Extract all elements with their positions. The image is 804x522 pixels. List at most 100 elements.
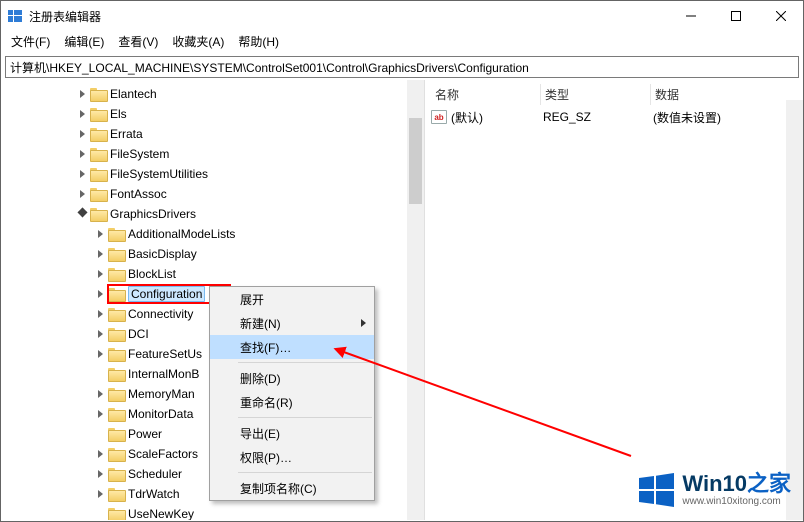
expander-closed-icon[interactable] <box>93 227 107 241</box>
address-bar[interactable]: 计算机\HKEY_LOCAL_MACHINE\SYSTEM\ControlSet… <box>5 56 799 78</box>
expander-closed-icon[interactable] <box>93 447 107 461</box>
context-menu-item[interactable]: 重命名(R) <box>210 390 374 414</box>
registry-editor-window: 注册表编辑器 文件(F) 编辑(E) 查看(V) 收藏夹(A) 帮助(H) 计算… <box>0 0 804 522</box>
context-menu-item[interactable]: 查找(F)… <box>210 335 374 359</box>
folder-icon <box>108 327 124 341</box>
expander-closed-icon[interactable] <box>93 267 107 281</box>
tree-item-filesystem[interactable]: FileSystem <box>3 144 424 164</box>
tree-item-label: FileSystem <box>110 147 169 161</box>
minimize-button[interactable] <box>668 1 713 31</box>
values-pane: 名称 类型 数据 ab (默认) REG_SZ (数值未设置) <box>425 80 803 520</box>
tree-item-fontassoc[interactable]: FontAssoc <box>3 184 424 204</box>
tree-item-errata[interactable]: Errata <box>3 124 424 144</box>
values-scrollbar[interactable] <box>786 100 803 520</box>
tree-item-elantech[interactable]: Elantech <box>3 84 424 104</box>
context-menu-item[interactable]: 权限(P)… <box>210 445 374 469</box>
expander-closed-icon[interactable] <box>75 107 89 121</box>
tree-item-label: Errata <box>110 127 143 141</box>
tree-item-label: Elantech <box>110 87 157 101</box>
folder-icon <box>108 467 124 481</box>
folder-icon <box>90 87 106 101</box>
menu-file[interactable]: 文件(F) <box>11 33 50 50</box>
context-menu-item[interactable]: 新建(N) <box>210 311 374 335</box>
tree-item-label: Scheduler <box>128 467 182 481</box>
expander-closed-icon[interactable] <box>93 327 107 341</box>
tree-item-additionalmodelists[interactable]: AdditionalModeLists <box>3 224 424 244</box>
expander-closed-icon[interactable] <box>93 387 107 401</box>
col-type[interactable]: 类型 <box>541 84 651 105</box>
folder-icon <box>108 307 124 321</box>
tree-item-basicdisplay[interactable]: BasicDisplay <box>3 244 424 264</box>
expander-closed-icon[interactable] <box>93 487 107 501</box>
tree-item-label: DCI <box>128 327 149 341</box>
tree-item-label: BlockList <box>128 267 176 281</box>
menu-view[interactable]: 查看(V) <box>118 33 158 50</box>
folder-icon <box>108 427 124 441</box>
expander-closed-icon[interactable] <box>93 347 107 361</box>
expander-closed-icon[interactable] <box>93 247 107 261</box>
expander-closed-icon[interactable] <box>75 87 89 101</box>
folder-icon <box>90 207 106 221</box>
expander-closed-icon[interactable] <box>93 467 107 481</box>
value-data: (数值未设置) <box>653 109 721 126</box>
expander-closed-icon[interactable] <box>93 287 107 301</box>
menubar: 文件(F) 编辑(E) 查看(V) 收藏夹(A) 帮助(H) <box>1 31 803 54</box>
tree-item-label: ScaleFactors <box>128 447 198 461</box>
tree-scrollbar-thumb[interactable] <box>409 118 422 204</box>
col-name[interactable]: 名称 <box>431 84 541 105</box>
value-row[interactable]: ab (默认) REG_SZ (数值未设置) <box>431 108 803 126</box>
window-controls <box>668 1 803 31</box>
watermark-url: www.win10xitong.com <box>682 497 791 507</box>
col-data[interactable]: 数据 <box>651 84 803 105</box>
menu-help[interactable]: 帮助(H) <box>238 33 279 50</box>
tree-item-label: Els <box>110 107 127 121</box>
context-menu-item[interactable]: 删除(D) <box>210 366 374 390</box>
expander-open-icon[interactable] <box>75 207 89 221</box>
tree-item-label: MemoryMan <box>128 387 195 401</box>
window-title: 注册表编辑器 <box>29 8 668 25</box>
tree-item-filesystemutilities[interactable]: FileSystemUtilities <box>3 164 424 184</box>
expander-none <box>93 367 107 381</box>
context-menu-item[interactable]: 复制项名称(C) <box>210 476 374 500</box>
folder-icon <box>108 247 124 261</box>
expander-closed-icon[interactable] <box>75 127 89 141</box>
folder-icon <box>90 187 106 201</box>
tree-item-blocklist[interactable]: BlockList <box>3 264 424 284</box>
tree-scrollbar[interactable] <box>407 80 424 520</box>
folder-icon <box>108 227 124 241</box>
folder-icon <box>108 267 124 281</box>
tree-item-graphicsdrivers[interactable]: GraphicsDrivers <box>3 204 424 224</box>
context-menu-item[interactable]: 导出(E) <box>210 421 374 445</box>
tree-item-label: UseNewKey <box>128 507 194 520</box>
watermark-text: Win10之家 www.win10xitong.com <box>682 473 791 507</box>
close-button[interactable] <box>758 1 803 31</box>
folder-icon <box>108 487 124 501</box>
tree-item-label: TdrWatch <box>128 487 180 501</box>
tree-item-label: AdditionalModeLists <box>128 227 235 241</box>
expander-closed-icon[interactable] <box>93 307 107 321</box>
tree-item-label: FontAssoc <box>110 187 167 201</box>
tree-item-label: BasicDisplay <box>128 247 197 261</box>
expander-closed-icon[interactable] <box>75 147 89 161</box>
folder-icon <box>108 407 124 421</box>
maximize-button[interactable] <box>713 1 758 31</box>
folder-icon <box>108 367 124 381</box>
string-value-icon: ab <box>431 110 447 124</box>
tree-item-label: Power <box>128 427 162 441</box>
expander-closed-icon[interactable] <box>75 167 89 181</box>
tree-item-els[interactable]: Els <box>3 104 424 124</box>
tree-item-label: FeatureSetUs <box>128 347 202 361</box>
titlebar: 注册表编辑器 <box>1 1 803 31</box>
expander-closed-icon[interactable] <box>93 407 107 421</box>
folder-icon <box>108 387 124 401</box>
menu-fav[interactable]: 收藏夹(A) <box>172 33 224 50</box>
value-name: (默认) <box>451 109 543 126</box>
folder-icon <box>90 107 106 121</box>
menu-edit[interactable]: 编辑(E) <box>64 33 104 50</box>
tree-item-label: FileSystemUtilities <box>110 167 208 181</box>
tree-pane: Elantech Els Errata FileSystem FileSystemUti… <box>1 80 425 520</box>
expander-closed-icon[interactable] <box>75 187 89 201</box>
context-menu-item[interactable]: 展开 <box>210 287 374 311</box>
watermark-brand: Win10之家 <box>682 473 791 495</box>
tree-item-usenewkey[interactable]: UseNewKey <box>3 504 424 520</box>
